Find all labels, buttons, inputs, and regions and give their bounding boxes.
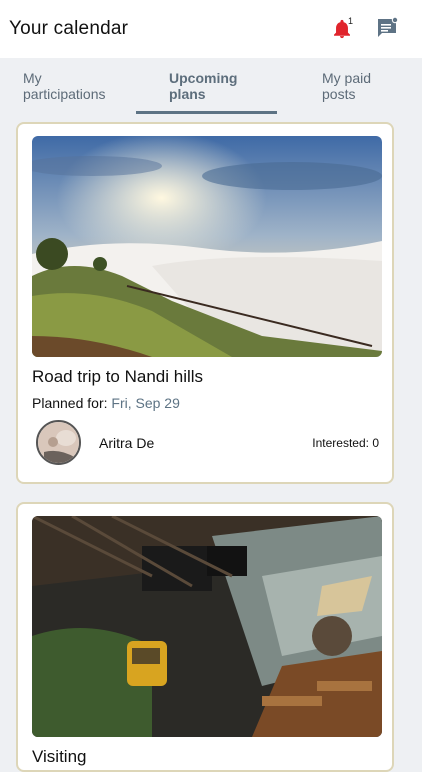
tab-label-line2: participations xyxy=(23,86,106,102)
tab-label-line1: My xyxy=(23,70,42,86)
host-name[interactable]: Aritra De xyxy=(99,435,154,451)
plan-photo xyxy=(32,516,382,737)
notification-count-badge: 1 xyxy=(348,16,354,26)
plan-title: Road trip to Nandi hills xyxy=(32,367,204,386)
tab-upcoming-plans[interactable]: Upcoming plans xyxy=(169,70,237,102)
chat-icon[interactable] xyxy=(375,16,399,40)
tab-bar: My participations Upcoming plans My paid… xyxy=(0,58,422,116)
planned-for-label: Planned for: xyxy=(32,395,108,411)
tab-my-participations[interactable]: My participations xyxy=(23,70,106,102)
app-header: Your calendar 1 xyxy=(0,0,422,58)
tab-label-line1: My paid xyxy=(322,70,372,86)
page-title: Your calendar xyxy=(9,18,129,39)
interested-count: Interested: 0 xyxy=(312,436,379,450)
avatar[interactable] xyxy=(36,420,81,465)
active-tab-indicator xyxy=(136,111,277,114)
planned-date: Fri, Sep 29 xyxy=(111,395,180,411)
tab-label-line2: plans xyxy=(169,86,206,102)
planned-for: Planned for: Fri, Sep 29 xyxy=(32,395,180,411)
plan-photo xyxy=(32,136,382,357)
plan-title: Visiting xyxy=(32,747,87,766)
tab-label-line2: posts xyxy=(322,86,356,102)
plan-card[interactable]: Visiting xyxy=(16,502,394,772)
tab-my-paid-posts[interactable]: My paid posts xyxy=(322,70,371,102)
tab-label-line1: Upcoming xyxy=(169,70,238,86)
plan-card[interactable]: Road trip to Nandi hills Planned for: Fr… xyxy=(16,122,394,484)
